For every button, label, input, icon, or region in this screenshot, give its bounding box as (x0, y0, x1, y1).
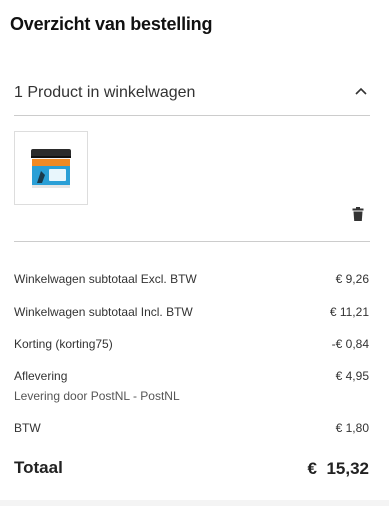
subtotal-excl-value: € 9,26 (335, 272, 369, 286)
shipping-value: € 4,95 (335, 369, 369, 383)
tax-label: BTW (14, 421, 41, 435)
order-summary-title: Overzicht van bestelling (10, 14, 213, 34)
tax-value: € 1,80 (335, 421, 369, 435)
grand-total-label: Totaal (14, 458, 63, 477)
order-summary-panel: Overzicht van bestelling 1 Product in wi… (0, 0, 389, 506)
shipping-method-text: Levering door PostNL - PostNL (14, 389, 180, 403)
cart-items-count-label: 1 Product in winkelwagen (14, 84, 196, 101)
subtotal-incl-value: € 11,21 (329, 305, 369, 319)
discount-label: Korting (korting75) (14, 337, 113, 351)
trash-icon[interactable] (352, 207, 364, 221)
product-image[interactable] (14, 131, 88, 205)
product-jar-image (31, 149, 71, 188)
cart-items-toggle[interactable]: 1 Product in winkelwagen (14, 76, 370, 116)
subtotal-excl-label: Winkelwagen subtotaal Excl. BTW (14, 272, 197, 286)
panel-bottom-edge (0, 500, 389, 506)
section-divider (14, 241, 370, 242)
grand-total-value: € 15,32 (307, 459, 369, 478)
discount-value: -€ 0,84 (331, 337, 369, 351)
chevron-up-icon[interactable] (354, 84, 368, 98)
subtotal-incl-label: Winkelwagen subtotaal Incl. BTW (14, 305, 193, 319)
shipping-label: Aflevering (14, 369, 68, 383)
